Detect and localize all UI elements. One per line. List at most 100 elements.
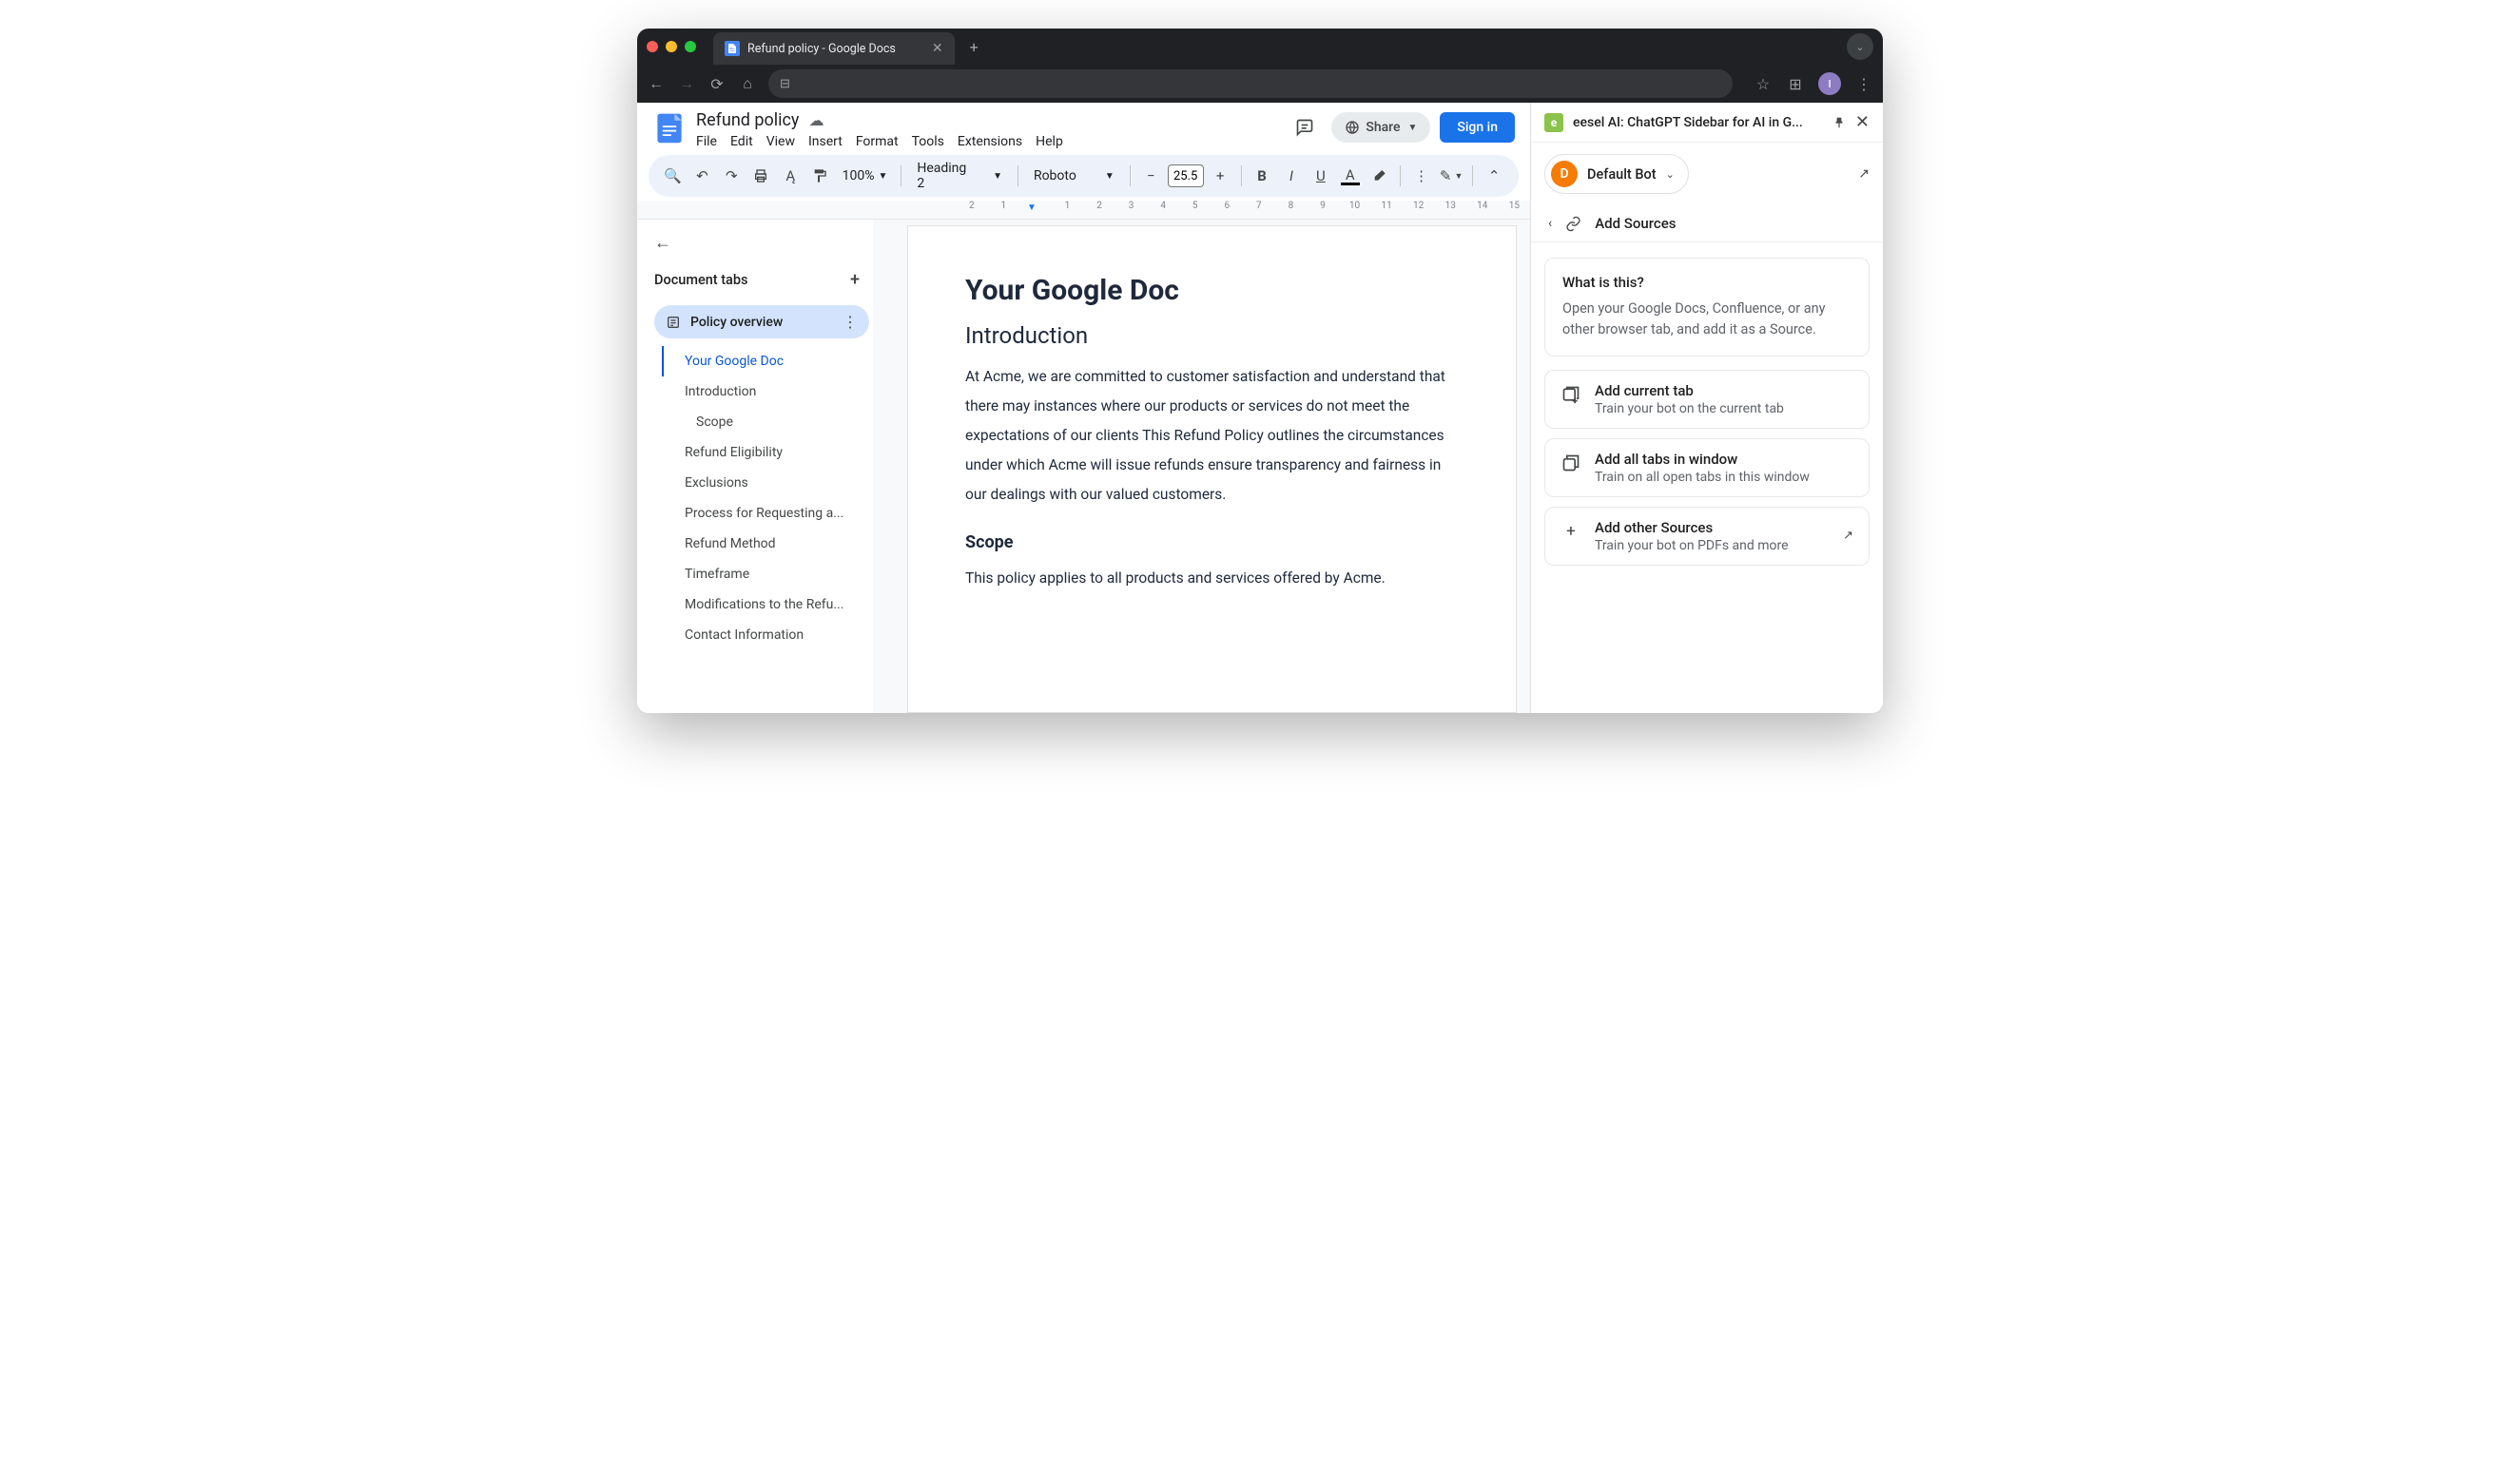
back-icon[interactable]: ← xyxy=(647,74,666,93)
tab-strip: Refund policy - Google Docs ✕ + ⌄ xyxy=(637,29,1883,65)
nav-bar: ← → ⟳ ⌂ ⊟ ☆ ⊞ I ⋮ xyxy=(637,65,1883,103)
outline-item[interactable]: Introduction xyxy=(662,376,869,407)
spellcheck-icon[interactable]: Ą xyxy=(778,163,804,189)
collapse-icon[interactable]: ⌃ xyxy=(1481,163,1507,189)
more-icon[interactable]: ⋮ xyxy=(1408,163,1434,189)
print-icon[interactable] xyxy=(748,163,774,189)
menu-view[interactable]: View xyxy=(766,134,795,149)
indent-marker-icon[interactable]: ▼ xyxy=(1027,202,1037,213)
expand-icon[interactable]: ↗ xyxy=(1858,166,1870,182)
doc-heading-3: Scope xyxy=(965,532,1459,552)
home-icon[interactable]: ⌂ xyxy=(738,74,757,93)
share-button[interactable]: Share ▼ xyxy=(1331,112,1430,143)
chevron-down-icon: ▼ xyxy=(1407,123,1417,133)
extensions-icon[interactable]: ⊞ xyxy=(1786,75,1805,93)
extension-sidebar: e eesel AI: ChatGPT Sidebar for AI in G.… xyxy=(1531,103,1883,713)
tab-menu-icon[interactable]: ⋮ xyxy=(843,313,858,331)
bold-icon[interactable]: B xyxy=(1250,163,1275,189)
chevron-down-icon: ⌄ xyxy=(1666,168,1675,181)
outline-item[interactable]: Timeframe xyxy=(662,559,869,589)
arrow-icon: ↗ xyxy=(1843,529,1853,543)
close-icon[interactable]: ✕ xyxy=(1855,112,1870,132)
outline-item[interactable]: Modifications to the Refu... xyxy=(662,589,869,620)
outline-back-icon[interactable]: ← xyxy=(654,233,869,253)
new-tab-button[interactable]: + xyxy=(962,38,986,56)
vertical-ruler[interactable] xyxy=(873,220,901,713)
bookmark-icon[interactable]: ☆ xyxy=(1754,75,1773,93)
underline-icon[interactable]: U xyxy=(1308,163,1333,189)
minimize-window-button[interactable] xyxy=(666,41,677,52)
profile-avatar[interactable]: I xyxy=(1818,72,1841,95)
paint-format-icon[interactable] xyxy=(807,163,833,189)
bot-avatar: D xyxy=(1551,161,1578,187)
outline-item[interactable]: Your Google Doc xyxy=(662,346,869,376)
cloud-saved-icon[interactable]: ☁ xyxy=(808,111,824,129)
extension-logo-icon: e xyxy=(1544,113,1563,132)
document-title[interactable]: Refund policy xyxy=(696,110,799,130)
add-other-sources-action[interactable]: + Add other Sources Train your bot on PD… xyxy=(1544,507,1870,566)
zoom-select[interactable]: 100% ▼ xyxy=(837,168,894,183)
extension-title: eesel AI: ChatGPT Sidebar for AI in G... xyxy=(1573,115,1823,130)
browser-tab[interactable]: Refund policy - Google Docs ✕ xyxy=(713,32,955,65)
window-controls xyxy=(647,41,696,52)
doc-paragraph: At Acme, we are committed to customer sa… xyxy=(965,362,1459,510)
site-settings-icon[interactable]: ⊟ xyxy=(780,77,790,91)
text-color-icon[interactable]: A xyxy=(1337,163,1363,189)
outline-item[interactable]: Refund Eligibility xyxy=(662,437,869,468)
decrease-font-icon[interactable]: − xyxy=(1138,163,1164,189)
outline-item[interactable]: Process for Requesting a... xyxy=(662,498,869,529)
signin-button[interactable]: Sign in xyxy=(1440,112,1515,143)
info-card: What is this? Open your Google Docs, Con… xyxy=(1544,258,1870,357)
close-tab-icon[interactable]: ✕ xyxy=(932,41,943,56)
active-document-tab[interactable]: Policy overview ⋮ xyxy=(654,305,869,338)
italic-icon[interactable]: I xyxy=(1278,163,1304,189)
document-page[interactable]: Your Google Doc Introduction At Acme, we… xyxy=(907,225,1517,713)
url-bar[interactable]: ⊟ xyxy=(768,69,1733,98)
outline-item[interactable]: Contact Information xyxy=(662,620,869,650)
close-window-button[interactable] xyxy=(647,41,658,52)
reload-icon[interactable]: ⟳ xyxy=(708,75,727,93)
menu-format[interactable]: Format xyxy=(856,134,899,149)
tabs-icon xyxy=(1560,453,1581,473)
ruler[interactable]: 2 1 1 2 3 4 5 6 7 8 9 10 11 12 13 14 xyxy=(637,201,1530,220)
font-select[interactable]: Roboto ▼ xyxy=(1026,168,1122,183)
menu-edit[interactable]: Edit xyxy=(730,134,753,149)
menu-dots-icon[interactable]: ⋮ xyxy=(1854,75,1873,93)
nav-back-icon[interactable]: ‹ xyxy=(1548,216,1552,231)
doc-paragraph: This policy applies to all products and … xyxy=(965,564,1459,593)
redo-icon[interactable]: ↷ xyxy=(719,163,745,189)
outline-header: Document tabs + xyxy=(654,270,869,290)
add-tab-icon[interactable]: + xyxy=(850,270,860,290)
docs-logo-icon[interactable] xyxy=(652,110,687,145)
menu-tools[interactable]: Tools xyxy=(912,134,944,149)
highlight-icon[interactable] xyxy=(1367,163,1392,189)
add-all-tabs-action[interactable]: Add all tabs in window Train on all open… xyxy=(1544,438,1870,497)
menu-extensions[interactable]: Extensions xyxy=(958,134,1022,149)
menu-file[interactable]: File xyxy=(696,134,717,149)
tab-add-icon xyxy=(1560,384,1581,405)
menu-bar: File Edit View Insert Format Tools Exten… xyxy=(696,134,1278,149)
pin-icon[interactable] xyxy=(1832,116,1846,129)
plus-icon: + xyxy=(1560,521,1581,542)
bot-selector[interactable]: D Default Bot ⌄ xyxy=(1544,154,1689,194)
undo-icon[interactable]: ↶ xyxy=(689,163,715,189)
doc-heading-2: Introduction xyxy=(965,322,1459,349)
comments-icon[interactable] xyxy=(1288,110,1322,145)
doc-heading-1: Your Google Doc xyxy=(965,274,1459,307)
link-icon xyxy=(1565,216,1581,232)
edit-mode-icon[interactable]: ✎ ▼ xyxy=(1438,163,1464,189)
toolbar: 🔍 ↶ ↷ Ą 100% ▼ Heading 2 ▼ xyxy=(649,155,1519,197)
outline-item[interactable]: Exclusions xyxy=(662,468,869,498)
forward-icon[interactable]: → xyxy=(677,74,696,93)
search-icon[interactable]: 🔍 xyxy=(660,163,686,189)
maximize-window-button[interactable] xyxy=(685,41,696,52)
tab-list-dropdown[interactable]: ⌄ xyxy=(1847,33,1873,60)
increase-font-icon[interactable]: + xyxy=(1208,163,1233,189)
add-current-tab-action[interactable]: Add current tab Train your bot on the cu… xyxy=(1544,370,1870,429)
menu-help[interactable]: Help xyxy=(1036,134,1063,149)
outline-item[interactable]: Scope xyxy=(662,407,869,437)
style-select[interactable]: Heading 2 ▼ xyxy=(909,161,1010,191)
outline-item[interactable]: Refund Method xyxy=(662,529,869,559)
menu-insert[interactable]: Insert xyxy=(808,134,843,149)
font-size-input[interactable] xyxy=(1168,164,1204,187)
